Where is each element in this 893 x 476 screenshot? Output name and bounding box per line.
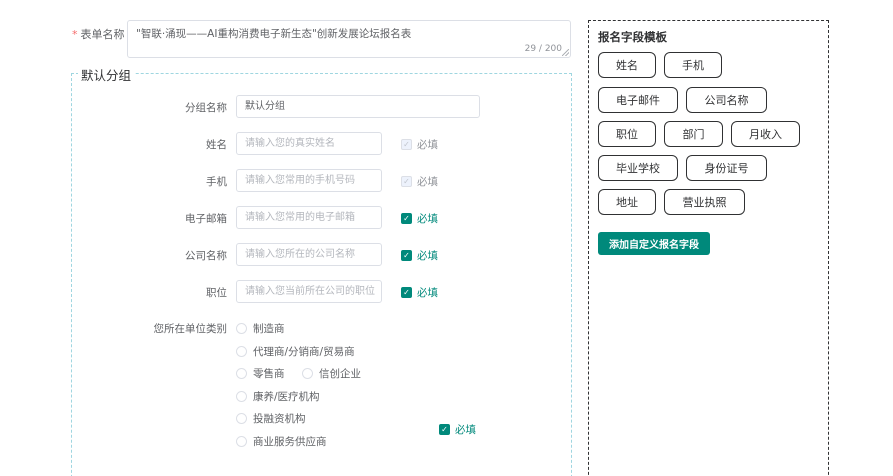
check-icon: ✓ xyxy=(401,213,412,224)
name-input[interactable]: 请输入您的真实姓名 xyxy=(236,132,382,155)
required-label: 必填 xyxy=(417,213,438,225)
template-chip[interactable]: 地址 xyxy=(598,189,656,215)
radio-option[interactable]: 信创企业 xyxy=(302,366,361,381)
radio-circle-icon xyxy=(236,323,247,334)
radio-option[interactable]: 投融资机构 xyxy=(236,411,306,426)
form-name-label-text: 表单名称 xyxy=(80,28,125,41)
template-chip[interactable]: 姓名 xyxy=(598,52,656,78)
email-input[interactable]: 请输入您常用的电子邮箱 xyxy=(236,206,382,229)
radio-circle-icon xyxy=(236,391,247,402)
check-icon: ✓ xyxy=(401,139,412,150)
radio-option[interactable]: 商业服务供应商 xyxy=(236,434,327,449)
company-input[interactable]: 请输入您所在的公司名称 xyxy=(236,243,382,266)
phone-input[interactable]: 请输入您常用的手机号码 xyxy=(236,169,382,192)
field-label-position: 职位 xyxy=(206,287,227,299)
required-checkbox-unit-type[interactable]: ✓ 必填 xyxy=(439,422,476,437)
check-icon: ✓ xyxy=(401,287,412,298)
required-checkbox-company[interactable]: ✓ 必填 xyxy=(401,248,438,263)
check-icon: ✓ xyxy=(401,176,412,187)
template-chip[interactable]: 职位 xyxy=(598,121,656,147)
radio-option[interactable]: 代理商/分销商/贸易商 xyxy=(236,344,355,359)
radio-circle-icon xyxy=(236,436,247,447)
form-name-textarea[interactable]: "智联·涌现——AI重构消费电子新生态"创新发展论坛报名表 29 / 200 xyxy=(127,20,571,58)
check-icon: ✓ xyxy=(401,250,412,261)
required-checkbox-position[interactable]: ✓ 必填 xyxy=(401,285,438,300)
group-legend: 默认分组 xyxy=(78,65,135,84)
template-chip[interactable]: 公司名称 xyxy=(686,87,767,113)
template-chip[interactable]: 身份证号 xyxy=(686,155,767,181)
resize-grip-icon[interactable] xyxy=(562,49,569,56)
field-label-phone: 手机 xyxy=(206,176,227,188)
template-chip[interactable]: 毕业学校 xyxy=(598,155,678,181)
add-custom-field-button[interactable]: 添加自定义报名字段 xyxy=(598,232,710,255)
required-label: 必填 xyxy=(455,424,476,436)
template-title: 报名字段模板 xyxy=(598,30,667,44)
radio-option[interactable]: 制造商 xyxy=(236,321,285,336)
radio-circle-icon xyxy=(236,413,247,424)
template-chip[interactable]: 月收入 xyxy=(731,121,800,147)
field-label-company: 公司名称 xyxy=(185,250,227,262)
required-label: 必填 xyxy=(417,250,438,262)
template-chip[interactable]: 手机 xyxy=(664,52,722,78)
radio-circle-icon xyxy=(236,346,247,357)
required-label: 必填 xyxy=(417,139,438,151)
form-name-value: "智联·涌现——AI重构消费电子新生态"创新发展论坛报名表 xyxy=(136,28,412,40)
position-input[interactable]: 请输入您当前所在公司的职位 xyxy=(236,280,382,303)
required-checkbox-phone: ✓ 必填 xyxy=(401,174,438,189)
required-label: 必填 xyxy=(417,287,438,299)
radio-option[interactable]: 康养/医疗机构 xyxy=(236,389,320,404)
check-icon: ✓ xyxy=(439,424,450,435)
form-name-label: * 表单名称 xyxy=(72,26,125,42)
radio-option[interactable]: 零售商 xyxy=(236,366,285,381)
required-checkbox-email[interactable]: ✓ 必填 xyxy=(401,211,438,226)
template-chip[interactable]: 电子邮件 xyxy=(598,87,678,113)
field-label-email: 电子邮箱 xyxy=(185,213,227,225)
field-label-name: 姓名 xyxy=(206,139,227,151)
required-star: * xyxy=(72,28,78,41)
template-chip[interactable]: 部门 xyxy=(664,121,723,147)
required-label: 必填 xyxy=(417,176,438,188)
group-name-label: 分组名称 xyxy=(185,102,227,114)
group-name-input[interactable]: 默认分组 xyxy=(236,95,480,118)
unit-type-label: 您所在单位类别 xyxy=(153,323,228,335)
required-checkbox-name: ✓ 必填 xyxy=(401,137,438,152)
char-counter: 29 / 200 xyxy=(524,44,562,54)
radio-circle-icon xyxy=(302,368,313,379)
template-chip[interactable]: 营业执照 xyxy=(664,189,745,215)
radio-circle-icon xyxy=(236,368,247,379)
